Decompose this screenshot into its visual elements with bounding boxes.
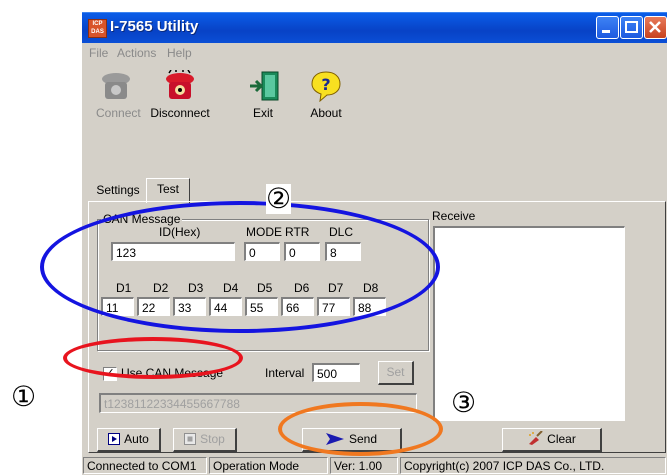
status-copyright: Copyright(c) 2007 ICP DAS Co., LTD. [400,457,666,474]
disconnect-label: Disconnect [150,106,210,120]
auto-button[interactable]: Auto [97,428,161,452]
step-marker-2: ② [266,182,292,215]
interval-label: Interval [265,366,305,380]
orange-highlight-ellipse [278,402,443,456]
status-connection: Connected to COM1 [83,457,207,474]
maximize-icon [625,21,638,33]
disconnect-button[interactable]: Disconnect [145,69,215,120]
telephone-disconnect-icon [163,69,197,102]
receive-label: Receive [432,209,476,223]
eraser-brush-icon [529,430,543,445]
help-question-icon: ? [309,70,343,103]
menu-actions[interactable]: Actions [117,46,156,60]
set-button[interactable]: Set [378,361,414,385]
step-marker-3: ③ [451,386,477,419]
connect-button[interactable]: Connect [96,70,141,120]
minimize-button[interactable] [596,16,619,39]
about-label: About [310,106,342,120]
app-logo-icon: ICP DAS [88,19,107,38]
status-version: Ver: 1.00 [330,457,398,474]
stop-button[interactable]: Stop [173,428,237,452]
tab-test[interactable]: Test [146,178,190,203]
window-title: I-7565 Utility [110,18,199,35]
step-marker-1: ① [11,380,37,413]
menu-help[interactable]: Help [167,46,192,60]
red-highlight-ellipse [63,337,243,379]
maximize-button[interactable] [620,16,643,39]
menu-bar: File Actions Help [82,43,667,63]
exit-door-icon [248,70,282,102]
tab-settings[interactable]: Settings [90,180,146,200]
telephone-icon [99,70,133,102]
title-bar[interactable]: ICP DAS I-7565 Utility [82,12,667,43]
clear-label: Clear [547,432,576,446]
exit-label: Exit [252,106,273,120]
close-button[interactable] [644,16,667,39]
status-mode: Operation Mode [209,457,328,474]
close-icon [649,21,661,33]
blue-highlight-ellipse [40,201,440,333]
about-button[interactable]: ? About [306,70,346,120]
minimize-icon [602,30,610,33]
svg-text:?: ? [321,75,330,94]
stop-label: Stop [200,432,225,446]
status-bar: Connected to COM1 Operation Mode Ver: 1.… [82,455,667,475]
auto-label: Auto [124,432,149,446]
interval-input[interactable]: 500 [312,363,360,382]
play-icon [108,433,121,445]
exit-button[interactable]: Exit [248,70,279,120]
stop-icon [184,433,197,445]
menu-file[interactable]: File [89,46,108,60]
clear-button[interactable]: Clear [502,428,602,452]
connect-label: Connect [96,106,141,120]
